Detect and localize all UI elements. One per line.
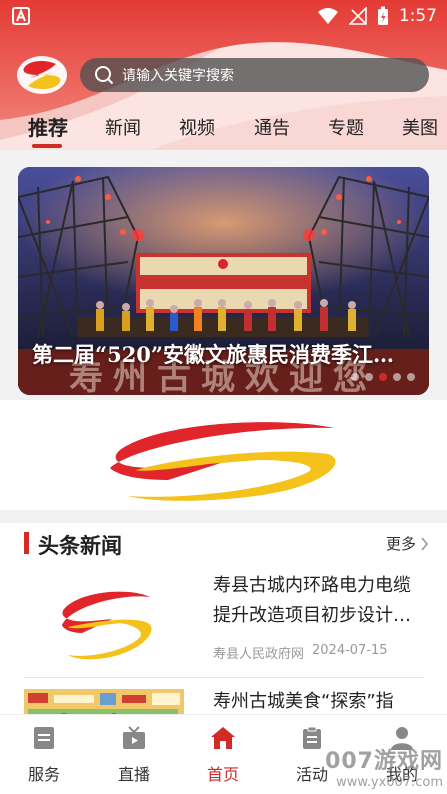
watermark-title: 007游戏网 bbox=[325, 749, 443, 774]
site-watermark: 007游戏网 www.yx007.com bbox=[325, 743, 443, 790]
tab-recommend[interactable]: 推荐 bbox=[28, 112, 68, 141]
battery-charging-icon bbox=[377, 6, 388, 25]
tab-notice[interactable]: 通告 bbox=[254, 114, 290, 140]
header: 1:57 请输入关键字搜索 推荐 新闻 视频 通告 专题 美图 bbox=[0, 0, 447, 150]
section-header: 头条新闻 更多 bbox=[0, 523, 447, 567]
more-label: 更多 bbox=[385, 535, 416, 553]
tv-icon bbox=[123, 726, 145, 749]
app-screen: 1:57 请输入关键字搜索 推荐 新闻 视频 通告 专题 美图 寿州古城欢迎您 … bbox=[0, 0, 447, 794]
list-divider bbox=[24, 677, 424, 678]
app-logo[interactable] bbox=[16, 54, 68, 96]
brand-logo-section bbox=[0, 400, 447, 510]
carousel-dot[interactable] bbox=[351, 373, 359, 381]
banner-carousel[interactable]: 寿州古城欢迎您 第二届“520”安徽文旅惠民消费季江… bbox=[18, 167, 429, 395]
wifi-icon bbox=[317, 8, 338, 24]
carousel-dot[interactable] bbox=[365, 373, 373, 381]
nav-label: 服务 bbox=[27, 765, 60, 784]
active-tab-indicator bbox=[32, 144, 62, 148]
news-list-item[interactable]: 寿县古城内环路电力电缆提升改造项目初步设计… 寿县人民政府网 2024-07-1… bbox=[24, 571, 424, 681]
news-title[interactable]: 寿州古城美食“探索”指 bbox=[213, 687, 424, 717]
nav-home[interactable]: 首页 bbox=[188, 725, 258, 785]
tab-news[interactable]: 新闻 bbox=[105, 114, 141, 140]
tab-topics[interactable]: 专题 bbox=[328, 114, 364, 140]
nav-service[interactable]: 服务 bbox=[9, 725, 79, 785]
carousel-dot[interactable] bbox=[393, 373, 401, 381]
tab-video[interactable]: 视频 bbox=[179, 114, 215, 140]
service-icon bbox=[34, 727, 54, 749]
home-icon bbox=[211, 727, 235, 749]
news-date: 2024-07-15 bbox=[312, 643, 388, 658]
nav-label: 直播 bbox=[117, 765, 150, 784]
headline-news-section: 头条新闻 更多 寿县古城内环路电力电缆提升改造项目初步设计… 寿县人民政府网 2… bbox=[0, 523, 447, 727]
tab-gallery[interactable]: 美图 bbox=[402, 114, 438, 140]
brand-logo bbox=[110, 422, 336, 501]
section-title: 头条新闻 bbox=[38, 534, 122, 558]
carousel-dot-active[interactable] bbox=[379, 373, 387, 381]
news-title[interactable]: 寿县古城内环路电力电缆提升改造项目初步设计… bbox=[213, 571, 425, 631]
section-accent-bar bbox=[24, 532, 29, 554]
signal-off-icon bbox=[348, 7, 367, 25]
clipboard-icon bbox=[303, 726, 321, 749]
nav-label: 首页 bbox=[206, 765, 239, 784]
search-placeholder: 请输入关键字搜索 bbox=[122, 68, 234, 84]
search-icon bbox=[95, 66, 114, 85]
carousel-dot[interactable] bbox=[407, 373, 415, 381]
carousel-indicators bbox=[351, 373, 415, 381]
news-meta: 寿县人民政府网 2024-07-15 bbox=[213, 643, 388, 662]
app-notification-icon bbox=[12, 7, 30, 25]
more-link[interactable]: 更多 bbox=[386, 533, 429, 554]
news-source: 寿县人民政府网 bbox=[213, 647, 305, 662]
nav-live[interactable]: 直播 bbox=[99, 725, 169, 785]
search-bar[interactable]: 请输入关键字搜索 bbox=[80, 58, 429, 92]
brand-logo-thumbnail bbox=[24, 579, 184, 675]
status-time: 1:57 bbox=[398, 6, 437, 26]
chevron-right-icon bbox=[421, 536, 429, 551]
watermark-url: www.yx007.com bbox=[336, 775, 443, 790]
news-thumbnail bbox=[24, 579, 184, 675]
category-tabs: 推荐 新闻 视频 通告 专题 美图 bbox=[0, 110, 447, 148]
banner-title[interactable]: 第二届“520”安徽文旅惠民消费季江… bbox=[32, 339, 420, 369]
status-bar: 1:57 bbox=[0, 0, 447, 32]
